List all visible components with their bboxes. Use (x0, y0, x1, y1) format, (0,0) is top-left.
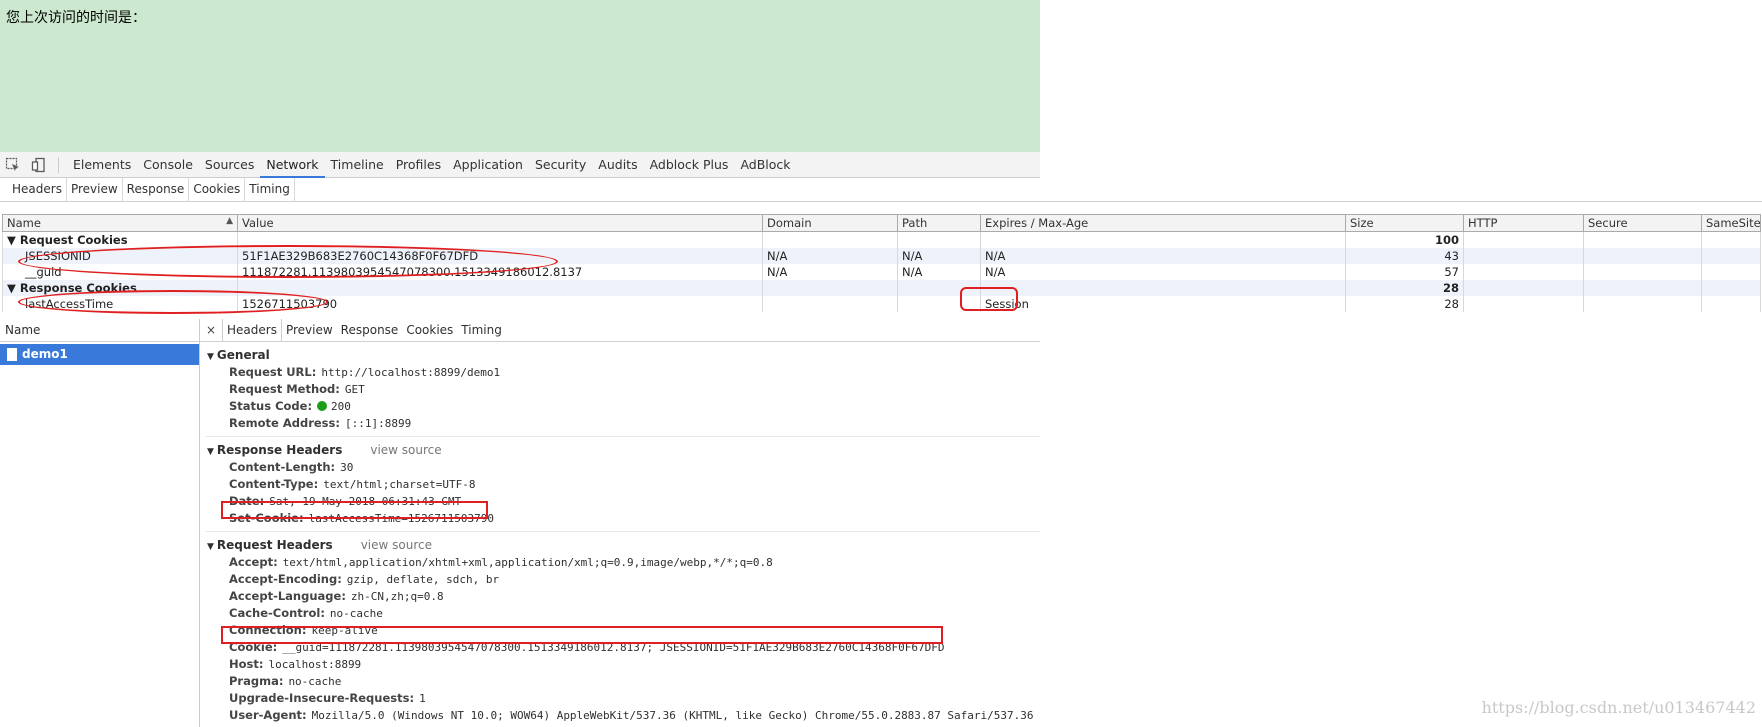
expand-triangle-icon: ▼ (207, 352, 214, 362)
col-secure[interactable]: Secure (1583, 214, 1702, 232)
tab-profiles[interactable]: Profiles (390, 152, 447, 178)
section-divider (206, 531, 1040, 532)
tab-application[interactable]: Application (447, 152, 529, 178)
header-row: Upgrade-Insecure-Requests: 1 (229, 691, 426, 705)
view-source-link[interactable]: view source (370, 443, 441, 457)
general-section-toggle[interactable]: ▼ General (200, 347, 1040, 364)
subtab-cookies[interactable]: Cookies (189, 178, 246, 202)
header-row: Content-Type: text/html;charset=UTF-8 (229, 477, 476, 491)
response-headers-toggle[interactable]: ▼ Response Headers view source (200, 442, 1040, 459)
tab-timeline[interactable]: Timeline (325, 152, 390, 178)
inspect-element-icon[interactable] (0, 153, 26, 177)
document-icon (7, 348, 17, 361)
subtab-headers[interactable]: Headers (0, 178, 67, 202)
detail-tab-preview[interactable]: Preview (282, 319, 337, 342)
col-value[interactable]: Value (237, 214, 763, 232)
request-headers-toggle[interactable]: ▼ Request Headers view source (200, 537, 1040, 554)
header-row: Accept-Encoding: gzip, deflate, sdch, br (229, 572, 500, 586)
highlight-set-cookie (221, 501, 488, 519)
request-detail: × Headers Preview Response Cookies Timin… (200, 318, 1040, 727)
detail-tabs: × Headers Preview Response Cookies Timin… (200, 318, 1040, 342)
col-expires[interactable]: Expires / Max-Age (980, 214, 1346, 232)
header-row: Pragma: no-cache (229, 674, 342, 688)
expand-triangle-icon: ▼ (7, 232, 16, 247)
col-domain[interactable]: Domain (762, 214, 898, 232)
header-row: Content-Length: 30 (229, 460, 354, 474)
sort-ascending-icon: ▲ (226, 216, 233, 226)
request-item[interactable]: demo1 (0, 344, 199, 365)
detail-tab-headers[interactable]: Headers (222, 318, 282, 342)
visit-time-text: 您上次访问的时间是： (6, 10, 146, 26)
col-name[interactable]: Name ▲ (2, 214, 238, 232)
highlight-lastaccesstime (18, 290, 328, 314)
tab-adblock-plus[interactable]: Adblock Plus (644, 152, 735, 178)
tab-network[interactable]: Network (260, 152, 325, 178)
view-source-link[interactable]: view source (361, 538, 432, 552)
highlight-session (960, 287, 1018, 311)
header-row: Request URL: http://localhost:8899/demo1 (229, 365, 501, 379)
expand-triangle-icon: ▼ (7, 280, 16, 295)
close-icon[interactable]: × (200, 323, 222, 337)
tab-elements[interactable]: Elements (67, 152, 137, 178)
tab-sources[interactable]: Sources (199, 152, 260, 178)
highlight-jsessionid (18, 245, 558, 278)
col-http[interactable]: HTTP (1463, 214, 1584, 232)
detail-tab-cookies[interactable]: Cookies (402, 319, 457, 342)
header-row: Status Code: 200 (229, 399, 351, 413)
expand-triangle-icon: ▼ (207, 542, 214, 552)
tab-adblock[interactable]: AdBlock (734, 152, 796, 178)
watermark: https://blog.csdn.net/u013467442 (1481, 698, 1756, 717)
header-row: Accept-Language: zh-CN,zh;q=0.8 (229, 589, 444, 603)
detail-tab-timing[interactable]: Timing (457, 319, 506, 342)
header-row: Remote Address: [::1]:8899 (229, 416, 412, 430)
devtools-toolbar: Elements Console Sources Network Timelin… (0, 152, 1040, 178)
device-mode-icon[interactable] (26, 153, 52, 177)
detail-tab-response[interactable]: Response (337, 319, 403, 342)
tab-audits[interactable]: Audits (592, 152, 643, 178)
request-list: Name demo1 (0, 319, 200, 727)
tab-security[interactable]: Security (529, 152, 592, 178)
header-row: Request Method: GET (229, 382, 365, 396)
subtab-preview[interactable]: Preview (67, 178, 123, 202)
header-row: Accept: text/html,application/xhtml+xml,a… (229, 555, 773, 569)
header-row: User-Agent: Mozilla/5.0 (Windows NT 10.0;… (229, 708, 1034, 722)
header-row: Host: localhost:8899 (229, 657, 362, 671)
network-lower-pane: Name demo1 × Headers Preview Response Co… (0, 318, 1040, 727)
expand-triangle-icon: ▼ (207, 447, 214, 457)
tab-console[interactable]: Console (137, 152, 199, 178)
request-list-header[interactable]: Name (0, 319, 199, 342)
col-size[interactable]: Size (1345, 214, 1464, 232)
cookies-table-header: Name ▲ Value Domain Path Expires / Max-Ag… (2, 214, 1761, 232)
subtab-response[interactable]: Response (123, 178, 190, 202)
col-path[interactable]: Path (897, 214, 981, 232)
header-row: Cache-Control: no-cache (229, 606, 383, 620)
toolbar-separator (58, 156, 59, 173)
section-divider (206, 436, 1040, 437)
cookie-panel-tabs: Headers Preview Response Cookies Timing (0, 178, 1040, 202)
highlight-request-cookie (221, 626, 943, 644)
subtab-timing[interactable]: Timing (245, 178, 295, 202)
page-viewport: 您上次访问的时间是： (0, 0, 1040, 152)
col-samesite[interactable]: SameSite (1701, 214, 1761, 232)
status-ok-icon (317, 401, 328, 411)
panel-divider (0, 201, 1762, 202)
